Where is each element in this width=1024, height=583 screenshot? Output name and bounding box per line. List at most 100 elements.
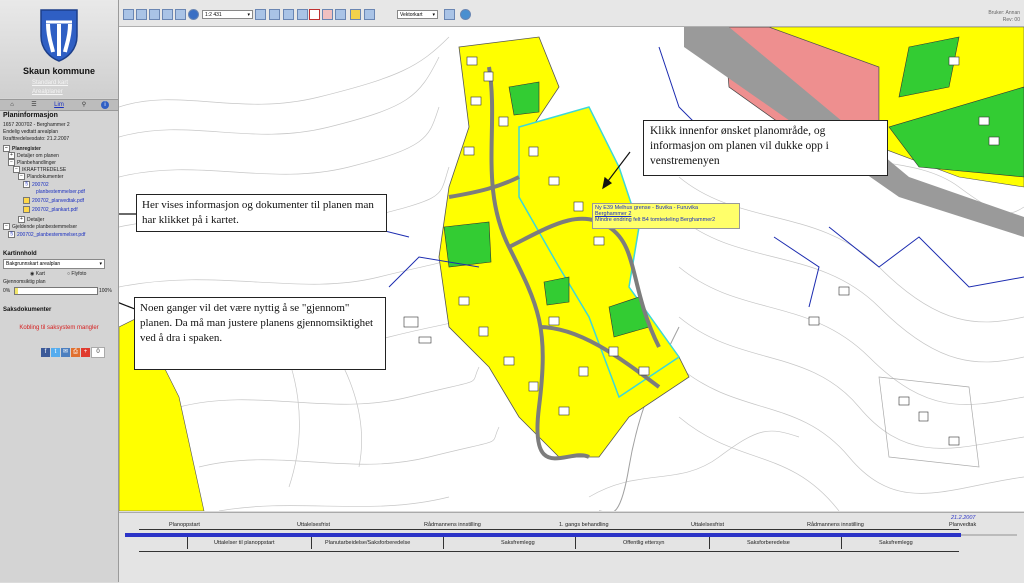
tree-planregister[interactable]: − Planregister xyxy=(3,145,41,152)
tl-top-1: Uttalelsesfrist xyxy=(297,522,331,528)
plus-share-icon[interactable]: + xyxy=(81,348,90,357)
print-icon[interactable]: ⎙ xyxy=(71,348,80,357)
tab-info-icon[interactable]: i xyxy=(98,100,112,110)
plan-timeline: 21.2.2007 Planoppstart Uttalelsesfrist R… xyxy=(119,512,1024,583)
tl-top-3: 1. gangs behandling xyxy=(559,522,609,528)
tab-home-icon[interactable]: ⌂ xyxy=(2,100,22,110)
slider-fill xyxy=(15,288,19,294)
twitter-icon[interactable]: t xyxy=(51,348,60,357)
help-icon[interactable] xyxy=(364,9,375,20)
zoom-out-icon[interactable] xyxy=(136,9,147,20)
callout-click-info: Klikk innenfor ønsket planområde, og inf… xyxy=(643,120,888,176)
scale-select[interactable]: 1:2 431 ▾ xyxy=(202,10,253,19)
callout-docs-info: Her vises informasjon og dokumenter til … xyxy=(136,194,387,232)
timeline-progress-bar xyxy=(125,533,961,537)
tree-planbehandlinger[interactable]: − Planbehandlinger xyxy=(8,159,56,166)
delete-icon[interactable] xyxy=(322,9,333,20)
plan-info-tooltip[interactable]: Ny E39 Melhus grense - Buvika - Furuvika… xyxy=(592,203,740,229)
tl-tick xyxy=(709,537,710,549)
callout-transparency-info: Noen ganger vil det være nyttig å se "gj… xyxy=(134,297,386,370)
measure-icon[interactable] xyxy=(255,9,266,20)
tab-lim[interactable]: Lim xyxy=(50,100,68,110)
tree-plandokumenter[interactable]: − Plandokumenter xyxy=(18,173,63,180)
draw-icon[interactable] xyxy=(269,9,280,20)
standard-map-link[interactable]: Standard kart xyxy=(32,80,68,86)
zoom-box-icon[interactable] xyxy=(175,9,186,20)
tl-tick xyxy=(443,537,444,549)
chevron-down-icon: ▾ xyxy=(247,12,250,18)
document-icon xyxy=(23,197,30,204)
facebook-icon[interactable]: f xyxy=(41,348,50,357)
timeline-top-rule xyxy=(139,529,959,530)
transparency-label: Gjennomsiktig plan xyxy=(3,279,46,285)
globe-icon[interactable] xyxy=(460,9,471,20)
print-map-icon[interactable] xyxy=(283,9,294,20)
tl-bottom-1: Planutarbeidelse/Saksforberedelse xyxy=(325,540,411,546)
zoning-map-link[interactable]: Arealplaner xyxy=(32,89,63,95)
user-info: Bruker: Annan Rev: 00 xyxy=(988,10,1020,23)
plan-status-line: Endelig vedtatt arealplan xyxy=(3,129,59,135)
plan-info-title: Planinformasjon xyxy=(3,112,58,119)
tl-tick xyxy=(841,537,842,549)
municipality-name: Skaun kommune xyxy=(22,66,96,76)
slider-min-label: 0% xyxy=(3,288,11,294)
tree-detaljer[interactable]: + Detaljer xyxy=(18,216,44,223)
timeline-date: 21.2.2007 xyxy=(951,515,976,521)
tl-top-2: Rådmannens innstilling xyxy=(424,522,481,528)
tl-top-5: Rådmannens innstilling xyxy=(807,522,864,528)
tab-search-icon[interactable]: ⚲ xyxy=(74,100,94,110)
tl-tick xyxy=(311,537,312,549)
tree-ikrafttredelse[interactable]: − IKRAFTTREDELSE xyxy=(13,166,66,173)
back-icon[interactable] xyxy=(188,9,199,20)
full-extent-icon[interactable] xyxy=(162,9,173,20)
left-panel: Skaun kommune Standard kart Arealplaner … xyxy=(0,0,119,582)
chevron-down-icon: ▾ xyxy=(99,261,102,267)
export-icon[interactable] xyxy=(335,9,346,20)
tab-layers-icon[interactable]: ☰ xyxy=(24,100,44,110)
tl-tick xyxy=(575,537,576,549)
timeline-extension xyxy=(961,534,1017,536)
saksystem-missing-text: Kobling til saksystem mangler xyxy=(19,325,99,331)
plan-date-line: Ikrafttredelsesdato: 21.2.2007 xyxy=(3,136,70,142)
tree-doc-planbestemmelser[interactable]: § 200702 xyxy=(23,181,49,188)
share-bar: f t ✉ ⎙ +0 xyxy=(41,340,106,358)
tree-doc-gjeldende[interactable]: § 200702_planbestemmelser.pdf xyxy=(8,231,85,238)
radio-kart[interactable]: ◉ Kart xyxy=(30,271,45,277)
pan-icon[interactable] xyxy=(149,9,160,20)
saksdokumenter-header: Saksdokumenter xyxy=(3,307,52,313)
tree-doc-plankart[interactable]: 200702_plankart.pdf xyxy=(23,206,78,213)
tl-bottom-5: Saksfremlegg xyxy=(879,540,913,546)
layers-icon[interactable] xyxy=(444,9,455,20)
tree-gjeldende[interactable]: − Gjeldende planbestemmelser xyxy=(3,223,77,230)
tree-detaljer-om-planen[interactable]: + Detaljer om planen xyxy=(8,152,59,159)
tree-doc-planbestemmelser-name[interactable]: planbestemmelser.pdf xyxy=(36,189,85,195)
lock-icon[interactable] xyxy=(350,9,361,20)
slider-max-label: 100% xyxy=(99,288,112,294)
logo-area: Skaun kommune Standard kart Arealplaner xyxy=(0,0,118,98)
tl-bottom-2: Saksfremlegg xyxy=(501,540,535,546)
tl-top-4: Uttalelsesfrist xyxy=(691,522,725,528)
map-document-icon xyxy=(23,206,30,213)
transparency-slider[interactable] xyxy=(14,287,98,295)
basemap-select[interactable]: Bakgrunnskart arealplan ▾ xyxy=(3,259,105,269)
plan-id-line: 1657 200702 - Berghammer 2 xyxy=(3,122,70,128)
mail-icon[interactable]: ✉ xyxy=(61,348,70,357)
share-count: 0 xyxy=(91,347,105,358)
radio-flyfoto[interactable]: ○ Flyfoto xyxy=(67,271,86,277)
tl-bottom-0: Uttalelser til planoppstart xyxy=(214,540,275,546)
tree-doc-planvedtak[interactable]: 200702_planvedtak.pdf xyxy=(23,197,84,204)
municipality-crest-icon xyxy=(40,9,78,62)
plan-label-3[interactable]: Mindre endring felt B4 tomtedeling Bergh… xyxy=(595,217,737,223)
layer-select[interactable]: Vektorkart ▾ xyxy=(397,10,438,19)
info-tool-icon[interactable] xyxy=(297,9,308,20)
timeline-bottom-rule xyxy=(139,551,959,552)
doc-icon: § xyxy=(23,181,30,188)
tl-top-6: Planvedtak xyxy=(949,522,977,528)
map-canvas[interactable]: Ny E39 Melhus grense - Buvika - Furuvika… xyxy=(119,27,1024,511)
map-graphics[interactable] xyxy=(119,27,1024,511)
report-icon[interactable] xyxy=(309,9,320,20)
tl-top-0: Planoppstart xyxy=(169,522,200,528)
kartinnhold-header: Kartinnhold xyxy=(3,251,37,257)
zoom-in-icon[interactable] xyxy=(123,9,134,20)
panel-tabs: ⌂ ☰ Lim ⚲ i xyxy=(0,99,118,111)
